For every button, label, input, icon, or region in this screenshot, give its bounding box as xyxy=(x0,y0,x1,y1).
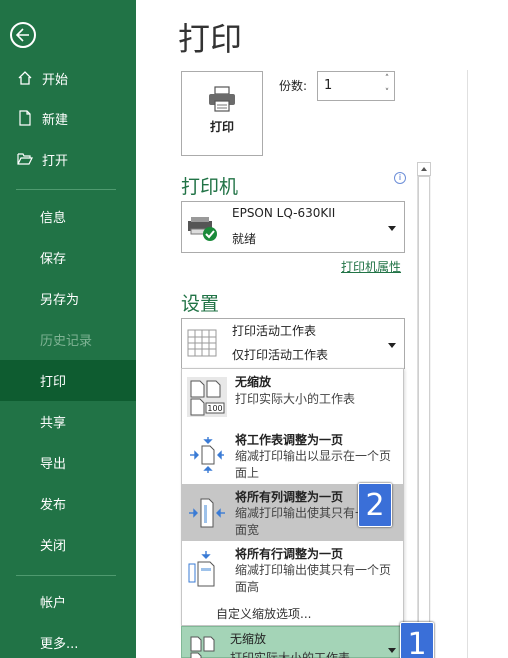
sidebar-item-info[interactable]: 信息 xyxy=(0,196,136,236)
option-title: 将所有列调整为一页 xyxy=(235,490,344,504)
printer-name: EPSON LQ-630KII xyxy=(232,206,336,220)
chevron-down-icon[interactable]: ˅ xyxy=(380,86,394,100)
option-description: 缩减打印输出以显示在一个页面上 xyxy=(235,449,392,480)
copies-label: 份数: xyxy=(279,79,308,93)
settings-heading: 设置 xyxy=(181,293,220,315)
sidebar-item-more[interactable]: 更多... xyxy=(0,622,136,658)
custom-scaling-link[interactable]: 自定义缩放选项... xyxy=(216,605,311,622)
sidebar-item-open[interactable]: 打开 xyxy=(0,139,136,179)
worksheet-grid-icon xyxy=(187,329,217,357)
dropdown-arrow-icon xyxy=(388,226,396,231)
sidebar-item-label: 关闭 xyxy=(40,538,67,554)
option-description: 缩减打印输出使其只有一个页面高 xyxy=(235,563,392,594)
scaling-option-no-scaling[interactable]: 100 无缩放 打印实际大小的工作表 xyxy=(182,369,403,424)
sidebar-divider xyxy=(16,189,116,190)
sidebar-item-print[interactable]: 打印 xyxy=(0,360,136,401)
print-what-line1: 打印活动工作表 xyxy=(232,324,317,338)
sidebar-divider xyxy=(16,575,116,576)
sidebar-item-history: 历史记录 xyxy=(0,319,136,359)
sidebar-item-label: 更多... xyxy=(40,636,79,652)
svg-text:100: 100 xyxy=(207,404,222,413)
dropdown-arrow-icon xyxy=(388,648,396,653)
sidebar-item-home[interactable]: 开始 xyxy=(0,58,136,98)
chevron-up-icon[interactable]: ˄ xyxy=(380,72,394,86)
option-title: 将所有行调整为一页 xyxy=(235,547,344,561)
sidebar-item-label: 帐户 xyxy=(40,595,67,611)
printer-select[interactable]: EPSON LQ-630KII 就绪 xyxy=(181,201,405,253)
fit-sheet-icon xyxy=(190,437,224,473)
step-badge-1: 1 xyxy=(400,622,434,658)
scrollbar-thumb[interactable] xyxy=(418,176,430,658)
home-icon xyxy=(16,69,34,87)
sidebar-item-share[interactable]: 共享 xyxy=(0,401,136,441)
fit-columns-icon xyxy=(189,498,225,528)
sidebar-item-label: 新建 xyxy=(42,112,69,128)
fit-rows-icon xyxy=(188,551,215,587)
pane-divider xyxy=(467,70,468,658)
sidebar-item-account[interactable]: 帐户 xyxy=(0,581,136,621)
sidebar-item-save-as[interactable]: 另存为 xyxy=(0,278,136,318)
sidebar-item-close[interactable]: 关闭 xyxy=(0,524,136,564)
scaling-select[interactable]: 无缩放 打印实际大小的工作表 xyxy=(181,626,405,658)
page-title: 打印 xyxy=(178,20,243,58)
sidebar-item-label: 保存 xyxy=(40,251,67,267)
no-scaling-icon xyxy=(190,636,215,658)
printer-properties-link[interactable]: 打印机属性 xyxy=(341,258,401,275)
sidebar-item-save[interactable]: 保存 xyxy=(0,237,136,277)
option-description: 打印实际大小的工作表 xyxy=(235,392,356,406)
sidebar-item-label: 共享 xyxy=(40,415,67,431)
print-button[interactable]: 打印 xyxy=(181,71,263,156)
sidebar-item-label: 信息 xyxy=(40,210,67,226)
printer-status: 就绪 xyxy=(232,232,257,246)
step-badge-2: 2 xyxy=(358,483,392,527)
sidebar-item-label: 打开 xyxy=(42,153,69,169)
printer-icon xyxy=(209,86,235,112)
printer-ready-icon xyxy=(188,217,217,241)
option-title: 无缩放 xyxy=(235,375,272,389)
sidebar-item-label: 发布 xyxy=(40,497,67,513)
scaling-select-title: 无缩放 xyxy=(230,632,267,646)
sidebar-item-publish[interactable]: 发布 xyxy=(0,483,136,523)
print-what-select[interactable]: 打印活动工作表 仅打印活动工作表 xyxy=(181,318,405,369)
sidebar-item-export[interactable]: 导出 xyxy=(0,442,136,482)
sidebar-item-label: 另存为 xyxy=(40,292,80,308)
info-icon[interactable]: i xyxy=(394,172,406,184)
sidebar-item-label: 导出 xyxy=(40,456,67,472)
scaling-option-fit-sheet[interactable]: 将工作表调整为一页 缩减打印输出以显示在一个页面上 xyxy=(182,426,403,484)
backstage-sidebar: 开始 新建 打开 信息 保存 另存为 历史记录 打印 共享 导出 发布 关闭 帐… xyxy=(0,0,136,658)
scaling-option-fit-rows[interactable]: 将所有行调整为一页 缩减打印输出使其只有一个页面高 xyxy=(182,541,403,599)
print-what-line2: 仅打印活动工作表 xyxy=(232,348,329,362)
no-scaling-icon: 100 xyxy=(187,377,227,417)
sidebar-item-label: 开始 xyxy=(42,72,69,88)
printer-heading: 打印机 xyxy=(181,176,239,198)
print-button-label: 打印 xyxy=(209,120,234,134)
new-document-icon xyxy=(16,109,34,127)
scroll-up-button[interactable] xyxy=(417,162,431,176)
sidebar-item-label: 历史记录 xyxy=(40,333,93,349)
option-title: 将工作表调整为一页 xyxy=(235,433,344,447)
dropdown-arrow-icon xyxy=(388,343,396,348)
copies-stepper[interactable]: ˄ ˅ xyxy=(380,72,394,100)
sidebar-item-new[interactable]: 新建 xyxy=(0,98,136,138)
back-arrow-icon[interactable] xyxy=(10,22,36,48)
scaling-select-desc: 打印实际大小的工作表 xyxy=(230,651,350,658)
sidebar-item-label: 打印 xyxy=(40,375,67,390)
folder-open-icon xyxy=(16,150,34,168)
triangle-up-icon xyxy=(421,167,427,171)
